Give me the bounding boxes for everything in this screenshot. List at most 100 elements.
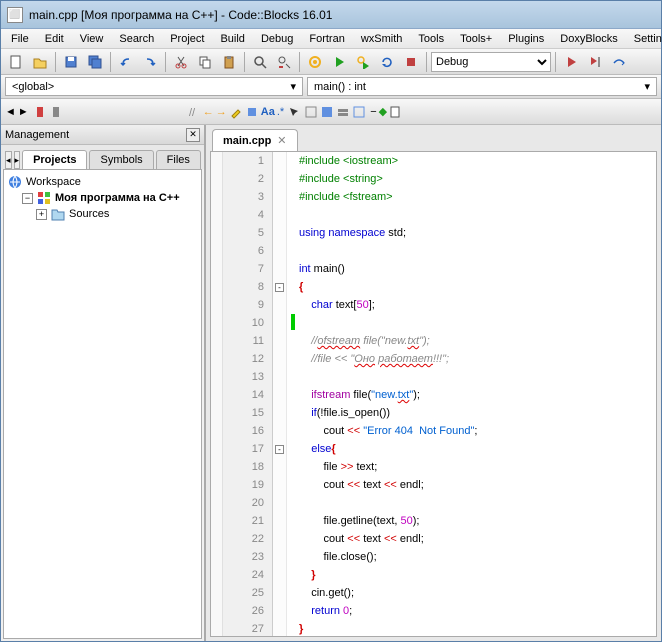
project-tree[interactable]: Workspace − Моя программа на C++ + Sourc… bbox=[3, 169, 202, 639]
copy-button[interactable] bbox=[194, 51, 216, 73]
app-icon: ⬜ bbox=[7, 7, 23, 23]
tab-files[interactable]: Files bbox=[156, 150, 201, 169]
project-label: Моя программа на C++ bbox=[55, 192, 180, 204]
management-header: Management ✕ bbox=[1, 125, 204, 145]
management-title: Management bbox=[5, 129, 69, 141]
menu-project[interactable]: Project bbox=[162, 31, 212, 47]
redo-button[interactable] bbox=[139, 51, 161, 73]
scope-global-combo[interactable]: <global> ▾ bbox=[5, 77, 303, 96]
cut-button[interactable] bbox=[170, 51, 192, 73]
block2-button[interactable] bbox=[320, 105, 334, 119]
build-run-button[interactable] bbox=[352, 51, 374, 73]
debug-run-button[interactable] bbox=[560, 51, 582, 73]
editor-tabs: main.cpp ✕ bbox=[206, 125, 661, 151]
sources-label: Sources bbox=[69, 208, 109, 220]
tab-symbols[interactable]: Symbols bbox=[89, 150, 153, 169]
collapse-icon[interactable]: − bbox=[22, 193, 33, 204]
new-file-button[interactable] bbox=[5, 51, 27, 73]
menu-doxyblocks[interactable]: DoxyBlocks bbox=[552, 31, 625, 47]
management-panel: Management ✕ ◂ ▸ Projects Symbols Files … bbox=[1, 125, 206, 641]
nav-prev-button[interactable]: ← bbox=[203, 106, 214, 118]
tree-sources[interactable]: + Sources bbox=[8, 206, 197, 222]
workspace-icon bbox=[8, 175, 22, 189]
menu-view[interactable]: View bbox=[72, 31, 112, 47]
window-title: main.cpp [Моя программа на C++] - Code::… bbox=[29, 8, 332, 22]
toolbar-secondary: ◄ ► // ← → Aa .* − ◆ bbox=[1, 99, 661, 125]
project-icon bbox=[37, 191, 51, 205]
menu-wxsmith[interactable]: wxSmith bbox=[353, 31, 411, 47]
diamond-button[interactable]: ◆ bbox=[379, 105, 387, 118]
fold-toggle[interactable]: - bbox=[275, 445, 284, 454]
save-all-button[interactable] bbox=[84, 51, 106, 73]
titlebar: ⬜ main.cpp [Моя программа на C++] - Code… bbox=[1, 1, 661, 29]
menu-search[interactable]: Search bbox=[111, 31, 162, 47]
expand-icon[interactable]: + bbox=[36, 209, 47, 220]
scope-global-label: <global> bbox=[12, 81, 54, 93]
run-button[interactable] bbox=[328, 51, 350, 73]
replace-button[interactable] bbox=[273, 51, 295, 73]
management-tabs: ◂ ▸ Projects Symbols Files bbox=[1, 145, 204, 169]
tab-nav-right[interactable]: ▸ bbox=[14, 151, 21, 169]
toolbar-main: Debug bbox=[1, 49, 661, 75]
tree-project[interactable]: − Моя программа на C++ bbox=[8, 190, 197, 206]
scope-function-combo[interactable]: main() : int ▾ bbox=[307, 77, 657, 96]
menu-fortran[interactable]: Fortran bbox=[301, 31, 352, 47]
toggle-comment-button[interactable]: // bbox=[189, 106, 201, 118]
case-toggle-button[interactable]: Aa bbox=[261, 106, 275, 118]
rebuild-button[interactable] bbox=[376, 51, 398, 73]
chevron-down-icon: ▾ bbox=[644, 80, 650, 93]
management-close-button[interactable]: ✕ bbox=[186, 128, 200, 142]
bookmark-clear-button[interactable] bbox=[49, 105, 63, 119]
nav-next-button[interactable]: → bbox=[216, 106, 227, 118]
main-area: Management ✕ ◂ ▸ Projects Symbols Files … bbox=[1, 125, 661, 641]
bookmark-button[interactable] bbox=[33, 105, 47, 119]
code-editor[interactable]: 1234567891011121314151617181920212223242… bbox=[210, 151, 657, 637]
pointer-button[interactable] bbox=[288, 106, 300, 118]
nav-back-button[interactable]: ◄ bbox=[5, 106, 16, 118]
toolbar-scope: <global> ▾ main() : int ▾ bbox=[1, 75, 661, 99]
editor-tab-close[interactable]: ✕ bbox=[277, 134, 286, 147]
undo-button[interactable] bbox=[115, 51, 137, 73]
find-button[interactable] bbox=[249, 51, 271, 73]
build-target-select[interactable]: Debug bbox=[431, 52, 551, 72]
build-button[interactable] bbox=[304, 51, 326, 73]
doc-button[interactable] bbox=[389, 105, 401, 119]
abort-button[interactable] bbox=[400, 51, 422, 73]
nav-fwd-button[interactable]: ► bbox=[18, 106, 29, 118]
menu-plugins[interactable]: Plugins bbox=[500, 31, 552, 47]
regex-button[interactable]: .* bbox=[277, 106, 284, 118]
menu-edit[interactable]: Edit bbox=[37, 31, 72, 47]
block1-button[interactable] bbox=[304, 105, 318, 119]
menu-tools+[interactable]: Tools+ bbox=[452, 31, 500, 47]
run-cursor-button[interactable] bbox=[584, 51, 606, 73]
block3-button[interactable] bbox=[336, 105, 350, 119]
block4-button[interactable] bbox=[352, 105, 366, 119]
svg-text://: // bbox=[189, 107, 196, 118]
tab-nav-left[interactable]: ◂ bbox=[5, 151, 12, 169]
select-button[interactable] bbox=[245, 105, 259, 119]
line-number-gutter: 1234567891011121314151617181920212223242… bbox=[223, 152, 273, 636]
folder-icon bbox=[51, 207, 65, 221]
change-marks-gutter bbox=[211, 152, 223, 636]
scope-function-label: main() : int bbox=[314, 81, 366, 93]
highlight-button[interactable] bbox=[229, 105, 243, 119]
open-button[interactable] bbox=[29, 51, 51, 73]
source-text[interactable]: #include <iostream>#include <string>#inc… bbox=[287, 152, 656, 636]
menu-file[interactable]: File bbox=[3, 31, 37, 47]
minus-button[interactable]: − bbox=[370, 106, 376, 118]
save-button[interactable] bbox=[60, 51, 82, 73]
fold-toggle[interactable]: - bbox=[275, 283, 284, 292]
menu-settin[interactable]: Settin bbox=[626, 31, 662, 47]
step-over-button[interactable] bbox=[608, 51, 630, 73]
editor-tab-label: main.cpp bbox=[223, 135, 271, 147]
menubar: FileEditViewSearchProjectBuildDebugFortr… bbox=[1, 29, 661, 49]
editor-tab-main[interactable]: main.cpp ✕ bbox=[212, 129, 298, 151]
tree-workspace[interactable]: Workspace bbox=[8, 174, 197, 190]
workspace-label: Workspace bbox=[26, 176, 81, 188]
fold-gutter: -- bbox=[273, 152, 287, 636]
tab-projects[interactable]: Projects bbox=[22, 150, 87, 169]
menu-build[interactable]: Build bbox=[212, 31, 252, 47]
paste-button[interactable] bbox=[218, 51, 240, 73]
menu-debug[interactable]: Debug bbox=[253, 31, 301, 47]
menu-tools[interactable]: Tools bbox=[410, 31, 452, 47]
